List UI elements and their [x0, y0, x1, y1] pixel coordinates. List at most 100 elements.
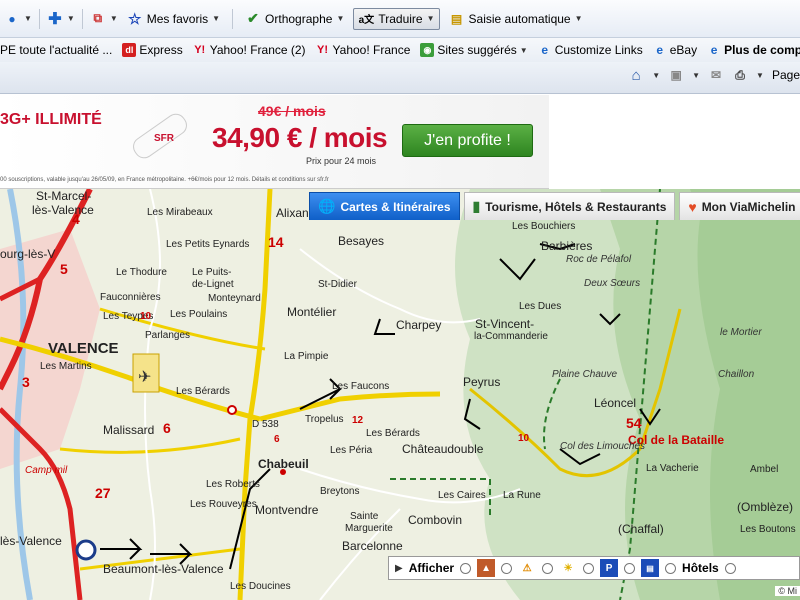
page-menu-label[interactable]: Page — [772, 68, 800, 82]
hotels-label: Hôtels — [682, 561, 719, 575]
favorite-link[interactable]: Y! Yahoo! France (2) — [193, 43, 306, 57]
chevron-right-icon[interactable]: ▶ — [395, 563, 403, 574]
map-label-les-peria: Les Péria — [330, 445, 373, 456]
map-label-les-poulains: Les Poulains — [170, 309, 228, 320]
tab-maps-itineraries[interactable]: 🌐 Cartes & Itinéraires — [309, 192, 460, 220]
tab-label: Tourisme, Hôtels & Restaurants — [485, 199, 667, 214]
mail-icon[interactable]: ✉ — [708, 67, 724, 83]
map-label-combovin: Combovin — [408, 513, 463, 527]
chevron-down-icon[interactable]: ▼ — [652, 71, 660, 80]
advertisement-banner[interactable]: 3G+ ILLIMITÉ SFR 49€ / mois 34,90 € / mo… — [0, 95, 549, 189]
map-label-d538: D 538 — [252, 419, 279, 430]
ad-legal-text: 00 souscriptions, valable jusqu'au 26/05… — [0, 177, 329, 183]
star-icon: ☆ — [128, 10, 142, 28]
map-view[interactable]: VALENCE Chabeuil Montvendre Beaumont-lès… — [0, 189, 800, 600]
ad-cta-button[interactable]: J'en profite ! — [402, 124, 533, 157]
map-label-leoncel: Léoncel — [594, 396, 637, 410]
map-label-la-rune: La Rune — [503, 490, 541, 501]
map-label-les-berards-2: Les Bérards — [176, 386, 230, 397]
poi-radio[interactable] — [624, 562, 636, 574]
spellcheck-icon: ✔ — [247, 10, 259, 26]
chevron-down-icon: ▼ — [574, 14, 583, 23]
airport-icon: ✈ — [138, 369, 152, 386]
favorite-label: Sites suggérés — [437, 43, 517, 57]
chevron-down-icon[interactable]: ▼ — [24, 14, 32, 23]
favorite-link[interactable]: e Customize Links — [538, 43, 642, 57]
translate-label: Traduire — [378, 11, 423, 26]
command-bar: ⌂ ▼ ▣ ▼ ✉ ⎙ ▼ Page — [0, 62, 800, 94]
ie-globe-icon[interactable]: ● — [4, 11, 20, 27]
autofill-button[interactable]: ▤ Saisie automatique ▼ — [444, 8, 588, 30]
poi-radio[interactable] — [665, 562, 677, 574]
add-favorite-icon[interactable]: ✚ — [47, 11, 63, 28]
traffic-info-icon: ▤ — [641, 559, 660, 577]
map-label-les-rouveyres: Les Rouveyres — [190, 499, 257, 510]
home-icon[interactable]: ⌂ — [628, 67, 644, 84]
road-number: 14 — [268, 234, 284, 250]
poi-radio[interactable] — [724, 562, 736, 574]
spellcheck-button[interactable]: ✔ Orthographe ▼ — [240, 8, 349, 30]
chevron-down-icon: ▼ — [426, 14, 435, 23]
warning-icon: ⚠ — [522, 562, 532, 574]
map-label-charpey: Charpey — [396, 318, 442, 332]
map-label-barbieres: Barbières — [541, 239, 593, 253]
toolbar-separator — [38, 8, 40, 29]
express-icon: dl — [122, 43, 137, 57]
map-label-la-pimpie: La Pimpie — [284, 351, 329, 362]
map-label-chateaudouble: Châteaudouble — [402, 442, 484, 456]
globe-icon: 🌐 — [318, 198, 336, 214]
ie-page-icon: e — [710, 43, 718, 57]
tab-my-viamichelin[interactable]: ♥ Mon ViaMichelin — [679, 192, 800, 220]
translate-button[interactable]: a文 Traduire ▼ — [353, 7, 440, 30]
tab-label: Cartes & Itinéraires — [340, 199, 451, 214]
chevron-down-icon[interactable]: ▼ — [756, 71, 764, 80]
tab-tourism[interactable]: ▮ Tourisme, Hôtels & Restaurants — [463, 192, 676, 220]
map-label-les-boutons: Les Boutons — [740, 524, 796, 535]
popup-blocker-icon[interactable]: ⧉ — [90, 11, 106, 27]
map-label-sainte: Sainte — [350, 511, 379, 522]
poi-radio[interactable] — [542, 562, 554, 574]
map-label-le-thodure: Le Thodure — [116, 267, 167, 278]
poi-radio[interactable] — [501, 562, 513, 574]
spellcheck-label: Orthographe — [265, 11, 333, 26]
yahoo-icon: Y! — [317, 44, 329, 56]
map-label-camp: Camp mil — [25, 465, 68, 476]
map-label-bourg: ourg-lès-V — [0, 247, 56, 261]
map-copyright: © Mi — [775, 586, 800, 596]
map-label-le-puits: Le Puits- — [192, 267, 232, 278]
print-icon[interactable]: ⎙ — [732, 67, 748, 83]
poi-radio[interactable] — [583, 562, 595, 574]
road-number: 4 — [72, 211, 80, 227]
map-label-les-valence: lès-Valence — [32, 203, 94, 217]
favorite-link[interactable]: ◉ Sites suggérés ▼ — [420, 43, 528, 57]
toolbar-separator — [81, 8, 83, 29]
favorite-link[interactable]: e eBay — [653, 43, 697, 57]
favorite-label: Yahoo! France (2) — [209, 43, 306, 57]
map-label-st-vincent: St-Vincent- — [475, 317, 535, 331]
map-label-st-marcel: St-Marcel- — [36, 189, 92, 203]
map-tabs: 🌐 Cartes & Itinéraires ▮ Tourisme, Hôtel… — [309, 189, 800, 223]
favorite-label: Express — [139, 43, 183, 57]
map-label-fauconnieres: Fauconnières — [100, 292, 161, 303]
map-label-marguerite: Marguerite — [345, 523, 393, 534]
map-label-breytons: Breytons — [320, 486, 360, 497]
chevron-down-icon[interactable]: ▼ — [110, 14, 118, 23]
favorite-link[interactable]: e Plus de complém — [707, 43, 800, 57]
chevron-down-icon: ▼ — [519, 45, 528, 55]
map-label-st-didier: St-Didier — [318, 279, 357, 290]
map-label-la-commanderie: la-Commanderie — [474, 331, 548, 342]
rss-feed-icon[interactable]: ▣ — [668, 67, 684, 83]
favorite-link[interactable]: dl Express — [122, 43, 183, 57]
favorite-link[interactable]: PE toute l'actualité ... — [0, 43, 112, 57]
chevron-down-icon[interactable]: ▼ — [67, 14, 75, 23]
road-number: 54 — [626, 415, 642, 431]
chevron-down-icon[interactable]: ▼ — [692, 71, 700, 80]
suggested-sites-icon: ◉ — [420, 43, 435, 57]
map-label-parlanges: Parlanges — [145, 330, 191, 341]
poi-radio[interactable] — [460, 562, 472, 574]
map-label-ambel: Ambel — [750, 464, 779, 475]
favorite-link[interactable]: Y! Yahoo! France — [316, 43, 410, 57]
ie-page-icon: e — [656, 43, 664, 57]
favorites-button[interactable]: ☆ Mes favoris ▼ — [122, 8, 225, 30]
map-label-malissard: Malissard — [103, 423, 155, 437]
